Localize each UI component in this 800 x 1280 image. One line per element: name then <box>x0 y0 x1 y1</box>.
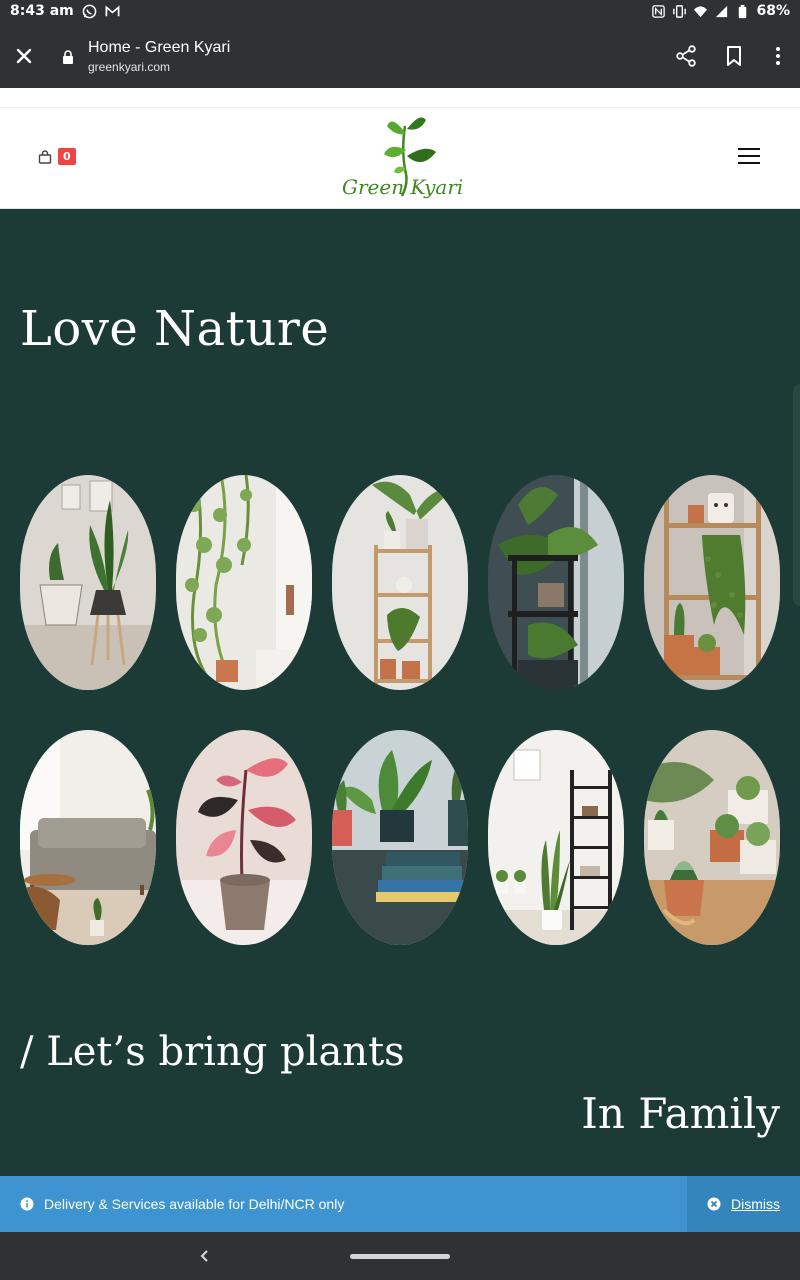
cart-count-badge: 0 <box>58 148 76 165</box>
bookmark-icon[interactable] <box>722 44 746 68</box>
photo-wooden-shelf-spider-plant[interactable] <box>332 475 468 690</box>
delivery-notice-text: Delivery & Services available for Delhi/… <box>44 1196 345 1212</box>
wifi-icon <box>694 5 708 17</box>
green-kyari-logo[interactable]: Green Kyari <box>340 112 462 208</box>
delivery-notice-bar: Delivery & Services available for Delhi/… <box>0 1176 800 1232</box>
vibrate-icon <box>673 4 687 18</box>
status-bar: 8:43 am 68% <box>0 0 800 24</box>
close-circle-icon <box>707 1197 721 1211</box>
hero-title: Love Nature <box>20 301 330 357</box>
photo-pink-princess-philodendron[interactable] <box>176 730 312 945</box>
shopping-bag-icon <box>38 149 52 164</box>
gmail-icon <box>105 4 120 16</box>
photo-dark-stand-window[interactable] <box>488 475 624 690</box>
nfc-icon <box>652 4 666 18</box>
photo-living-room-sofa[interactable] <box>20 730 156 945</box>
status-left: 8:43 am <box>10 3 120 19</box>
dismiss-button[interactable]: Dismiss <box>687 1176 800 1232</box>
photo-succulent-pots-table[interactable] <box>644 730 780 945</box>
share-icon[interactable] <box>674 44 698 68</box>
photo-shelf-cactus-string-of-pearls[interactable] <box>644 475 780 690</box>
system-navigation-bar <box>0 1232 800 1280</box>
side-panel-handle[interactable] <box>793 384 800 606</box>
lock-icon <box>63 50 73 64</box>
photo-black-shelf-snake-plant[interactable] <box>488 730 624 945</box>
hamburger-menu-icon[interactable] <box>738 148 762 168</box>
page-title: Home - Green Kyari <box>88 39 231 56</box>
top-strip <box>0 88 800 108</box>
browser-toolbar: Home - Green Kyari greenkyari.com <box>0 24 800 88</box>
tagline: / Let’s bring plants <box>20 1029 405 1075</box>
status-right: 68% <box>651 3 790 19</box>
hero-section: Love Nature / Let’s bring plants In Fami… <box>0 209 800 1176</box>
page-url[interactable]: greenkyari.com <box>88 60 170 74</box>
photo-plants-with-books[interactable] <box>332 730 468 945</box>
site-header: 0 Green Kyari <box>0 108 800 209</box>
photo-trailing-pothos-wall[interactable] <box>176 475 312 690</box>
close-icon[interactable] <box>12 44 36 68</box>
battery-level: 68% <box>756 3 790 19</box>
info-icon <box>20 1197 34 1211</box>
home-gesture-pill[interactable] <box>350 1254 450 1259</box>
overflow-menu-icon[interactable] <box>766 44 790 68</box>
photo-zz-plant-basket[interactable] <box>20 475 156 690</box>
logo-text: Green Kyari <box>342 175 462 199</box>
whatsapp-icon <box>82 4 97 18</box>
tagline-in-family: In Family <box>581 1089 780 1138</box>
back-chevron-icon[interactable] <box>198 1248 212 1264</box>
battery-icon <box>739 4 747 18</box>
status-time: 8:43 am <box>10 3 74 19</box>
cart-button[interactable]: 0 <box>38 148 76 165</box>
signal-icon <box>716 5 728 17</box>
dismiss-label: Dismiss <box>731 1196 780 1212</box>
